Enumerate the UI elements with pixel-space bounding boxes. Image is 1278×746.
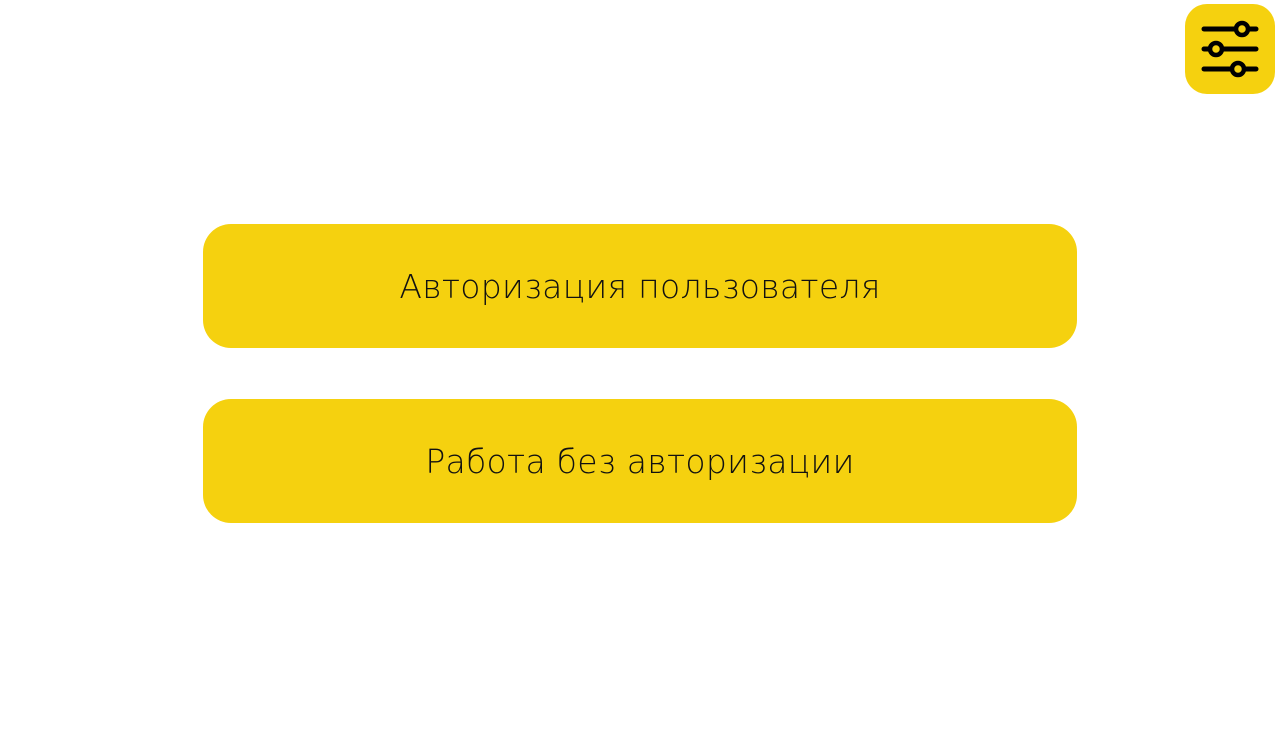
sliders-icon xyxy=(1201,20,1259,78)
user-login-button[interactable]: Авторизация пользователя xyxy=(203,224,1077,348)
continue-without-login-label: Работа без авторизации xyxy=(425,441,855,481)
continue-without-login-button[interactable]: Работа без авторизации xyxy=(203,399,1077,523)
settings-button[interactable] xyxy=(1185,4,1275,94)
start-screen: Авторизация пользователя Работа без авто… xyxy=(0,0,1278,746)
user-login-label: Авторизация пользователя xyxy=(399,266,881,306)
